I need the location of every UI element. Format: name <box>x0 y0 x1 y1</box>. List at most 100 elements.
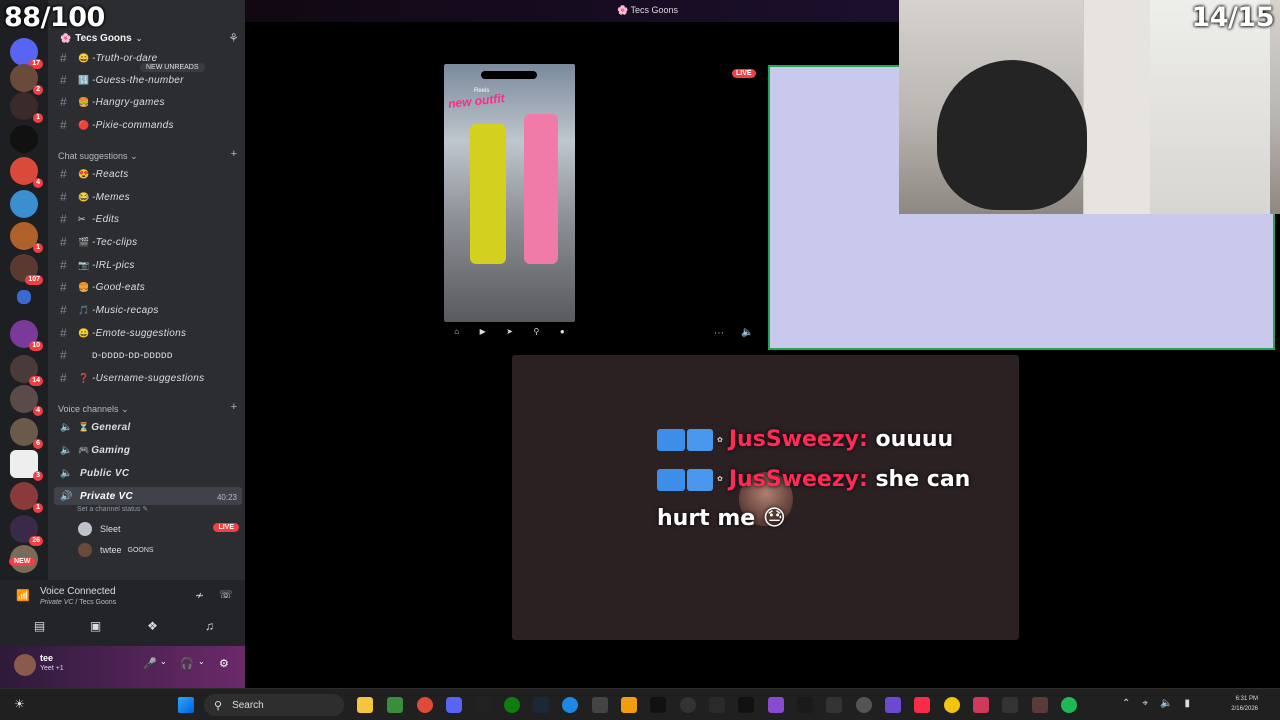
channel-item[interactable]: # 🎬 -Tec-clips <box>48 232 245 252</box>
server-icon[interactable]: 1 <box>10 222 43 253</box>
server-icon[interactable]: 1 <box>10 92 43 123</box>
microphone-icon[interactable]: 🎤 <box>143 657 157 670</box>
music-icon[interactable] <box>914 697 930 713</box>
channel-item[interactable]: # 🔢 -Guess-the-number <box>48 70 245 90</box>
file-explorer-icon[interactable] <box>357 697 373 713</box>
channel-item[interactable]: # 😀 -Emote-suggestions <box>48 323 245 343</box>
widgets-icon[interactable]: ☀ <box>14 697 25 711</box>
channel-item[interactable]: # 😂 -Memes <box>48 187 245 207</box>
app-icon[interactable] <box>856 697 872 713</box>
discord-icon[interactable] <box>446 697 462 713</box>
app-icon[interactable] <box>944 697 960 713</box>
hash-icon: # <box>60 303 67 317</box>
chrome-icon[interactable] <box>417 697 433 713</box>
server-icon[interactable]: 10 <box>10 320 43 351</box>
channel-item[interactable]: # 😍 -Reacts <box>48 164 245 184</box>
network-icon[interactable]: ⌖ <box>1142 698 1148 709</box>
profile-icon[interactable]: ● <box>560 327 565 336</box>
app-icon[interactable] <box>738 697 754 713</box>
voice-user[interactable]: Sleet <box>78 520 121 538</box>
new-unreads-pill[interactable]: NEW UNREADS <box>140 63 205 72</box>
channel-item[interactable]: # ✂ -Edits <box>48 209 245 229</box>
server-icon[interactable]: 4 <box>10 385 43 416</box>
soundboard-button[interactable]: ♫ <box>182 615 237 637</box>
voice-channel-item-active[interactable]: 🔊 Private VC <box>48 486 245 506</box>
headphones-icon[interactable]: 🎧 <box>180 657 194 670</box>
channel-status-prompt[interactable]: Set a channel status ✎ <box>77 505 148 513</box>
chevron-up-icon[interactable]: ⌃ <box>1122 698 1130 709</box>
app-icon[interactable] <box>797 697 813 713</box>
app-icon[interactable] <box>885 697 901 713</box>
voice-channel-item[interactable]: 🔈 ⏳ General <box>48 417 245 437</box>
server-icon[interactable] <box>10 125 38 153</box>
voice-connected-subtitle[interactable]: Private VC / Tecs Goons <box>40 599 116 606</box>
battery-icon[interactable]: ▮ <box>1184 698 1190 709</box>
category-voice-channels[interactable]: Voice channels ⌄ <box>58 404 129 415</box>
add-member-icon[interactable]: ⚘ <box>228 31 239 45</box>
camera-button[interactable]: ▤ <box>12 615 67 637</box>
channel-item[interactable]: # 🍔 -Good-eats <box>48 277 245 297</box>
app-icon[interactable] <box>592 697 608 713</box>
obs-icon[interactable] <box>680 697 696 713</box>
signal-icon[interactable]: 📶 <box>16 589 30 602</box>
disconnect-icon[interactable]: ☏ <box>219 588 233 601</box>
epic-games-icon[interactable] <box>475 697 491 713</box>
clock[interactable]: 6:31 PM 2/16/2026 <box>1231 694 1258 714</box>
chevron-down-icon[interactable]: ⌄ <box>198 657 205 666</box>
add-channel-icon[interactable]: + <box>231 401 237 413</box>
spotify-icon[interactable] <box>1061 697 1077 713</box>
avatar <box>78 543 92 557</box>
start-button[interactable] <box>178 697 194 713</box>
steam-icon[interactable] <box>533 697 549 713</box>
channel-item[interactable]: # 🎵 -Music-recaps <box>48 300 245 320</box>
capcut-icon[interactable] <box>650 697 666 713</box>
server-icon[interactable] <box>10 190 38 218</box>
send-icon[interactable]: ➤ <box>506 327 513 336</box>
channel-item[interactable]: # ❓ -Username-suggestions <box>48 368 245 388</box>
taskbar-search[interactable]: ⚲ Search <box>204 694 344 716</box>
server-icon[interactable]: 2 <box>10 64 43 95</box>
noise-suppression-icon[interactable]: ≁ <box>195 589 204 602</box>
more-options-icon[interactable]: ⋯ <box>714 328 724 339</box>
server-icon[interactable]: 6 <box>10 418 43 449</box>
volume-icon[interactable]: 🔈 <box>741 327 753 338</box>
app-icon[interactable] <box>826 697 842 713</box>
add-channel-icon[interactable]: + <box>231 148 237 160</box>
voice-channel-item[interactable]: 🔈 🎮 Gaming <box>48 440 245 460</box>
server-icon[interactable]: 17 <box>10 38 43 69</box>
app-icon[interactable] <box>621 697 637 713</box>
volume-icon[interactable]: 🔈 <box>1160 698 1172 709</box>
app-icon[interactable] <box>709 697 725 713</box>
reels-icon[interactable]: ▶ <box>480 327 486 336</box>
server-icon[interactable]: 4 <box>10 157 43 188</box>
app-icon[interactable] <box>1032 697 1048 713</box>
category-chat-suggestions[interactable]: Chat suggestions ⌄ <box>58 151 138 162</box>
stream-phone-screen[interactable]: Reels new outfit <box>444 64 575 322</box>
channel-item[interactable]: # 🔴 -Pixie-commands <box>48 115 245 135</box>
server-icon[interactable]: 3 <box>10 450 43 481</box>
chevron-down-icon[interactable]: ⌄ <box>160 657 167 666</box>
channel-item[interactable]: # ᴅ-ᴅᴅᴅᴅ-ᴅᴅ-ᴅᴅᴅᴅᴅ <box>48 345 245 365</box>
home-icon[interactable]: ⌂ <box>454 327 459 336</box>
server-icon[interactable]: 26 <box>10 515 43 546</box>
voice-connected-title: Voice Connected <box>40 586 116 597</box>
app-icon[interactable] <box>973 697 989 713</box>
app-icon[interactable] <box>562 697 578 713</box>
channel-item[interactable]: # 🍔 -Hangry-games <box>48 92 245 112</box>
app-icon[interactable] <box>1002 697 1018 713</box>
voice-user[interactable]: twtee GOONS <box>78 541 154 559</box>
app-icon[interactable] <box>768 697 784 713</box>
avatar[interactable] <box>14 654 36 676</box>
folder-icon[interactable] <box>17 290 31 304</box>
xbox-icon[interactable] <box>504 697 520 713</box>
app-icon[interactable] <box>387 697 403 713</box>
server-icon[interactable]: 14 <box>10 355 43 386</box>
voice-channel-item[interactable]: 🔈 Public VC <box>48 463 245 483</box>
channel-item[interactable]: # 📷 -IRL-pics <box>48 255 245 275</box>
gear-icon[interactable]: ⚙ <box>219 657 229 670</box>
activities-button[interactable]: ❖ <box>125 615 180 637</box>
screen-share-button[interactable]: ▣ <box>68 615 123 637</box>
server-icon[interactable]: 107 <box>10 254 43 285</box>
search-icon[interactable]: ⚲ <box>534 327 540 336</box>
server-icon[interactable]: 1 <box>10 482 43 513</box>
